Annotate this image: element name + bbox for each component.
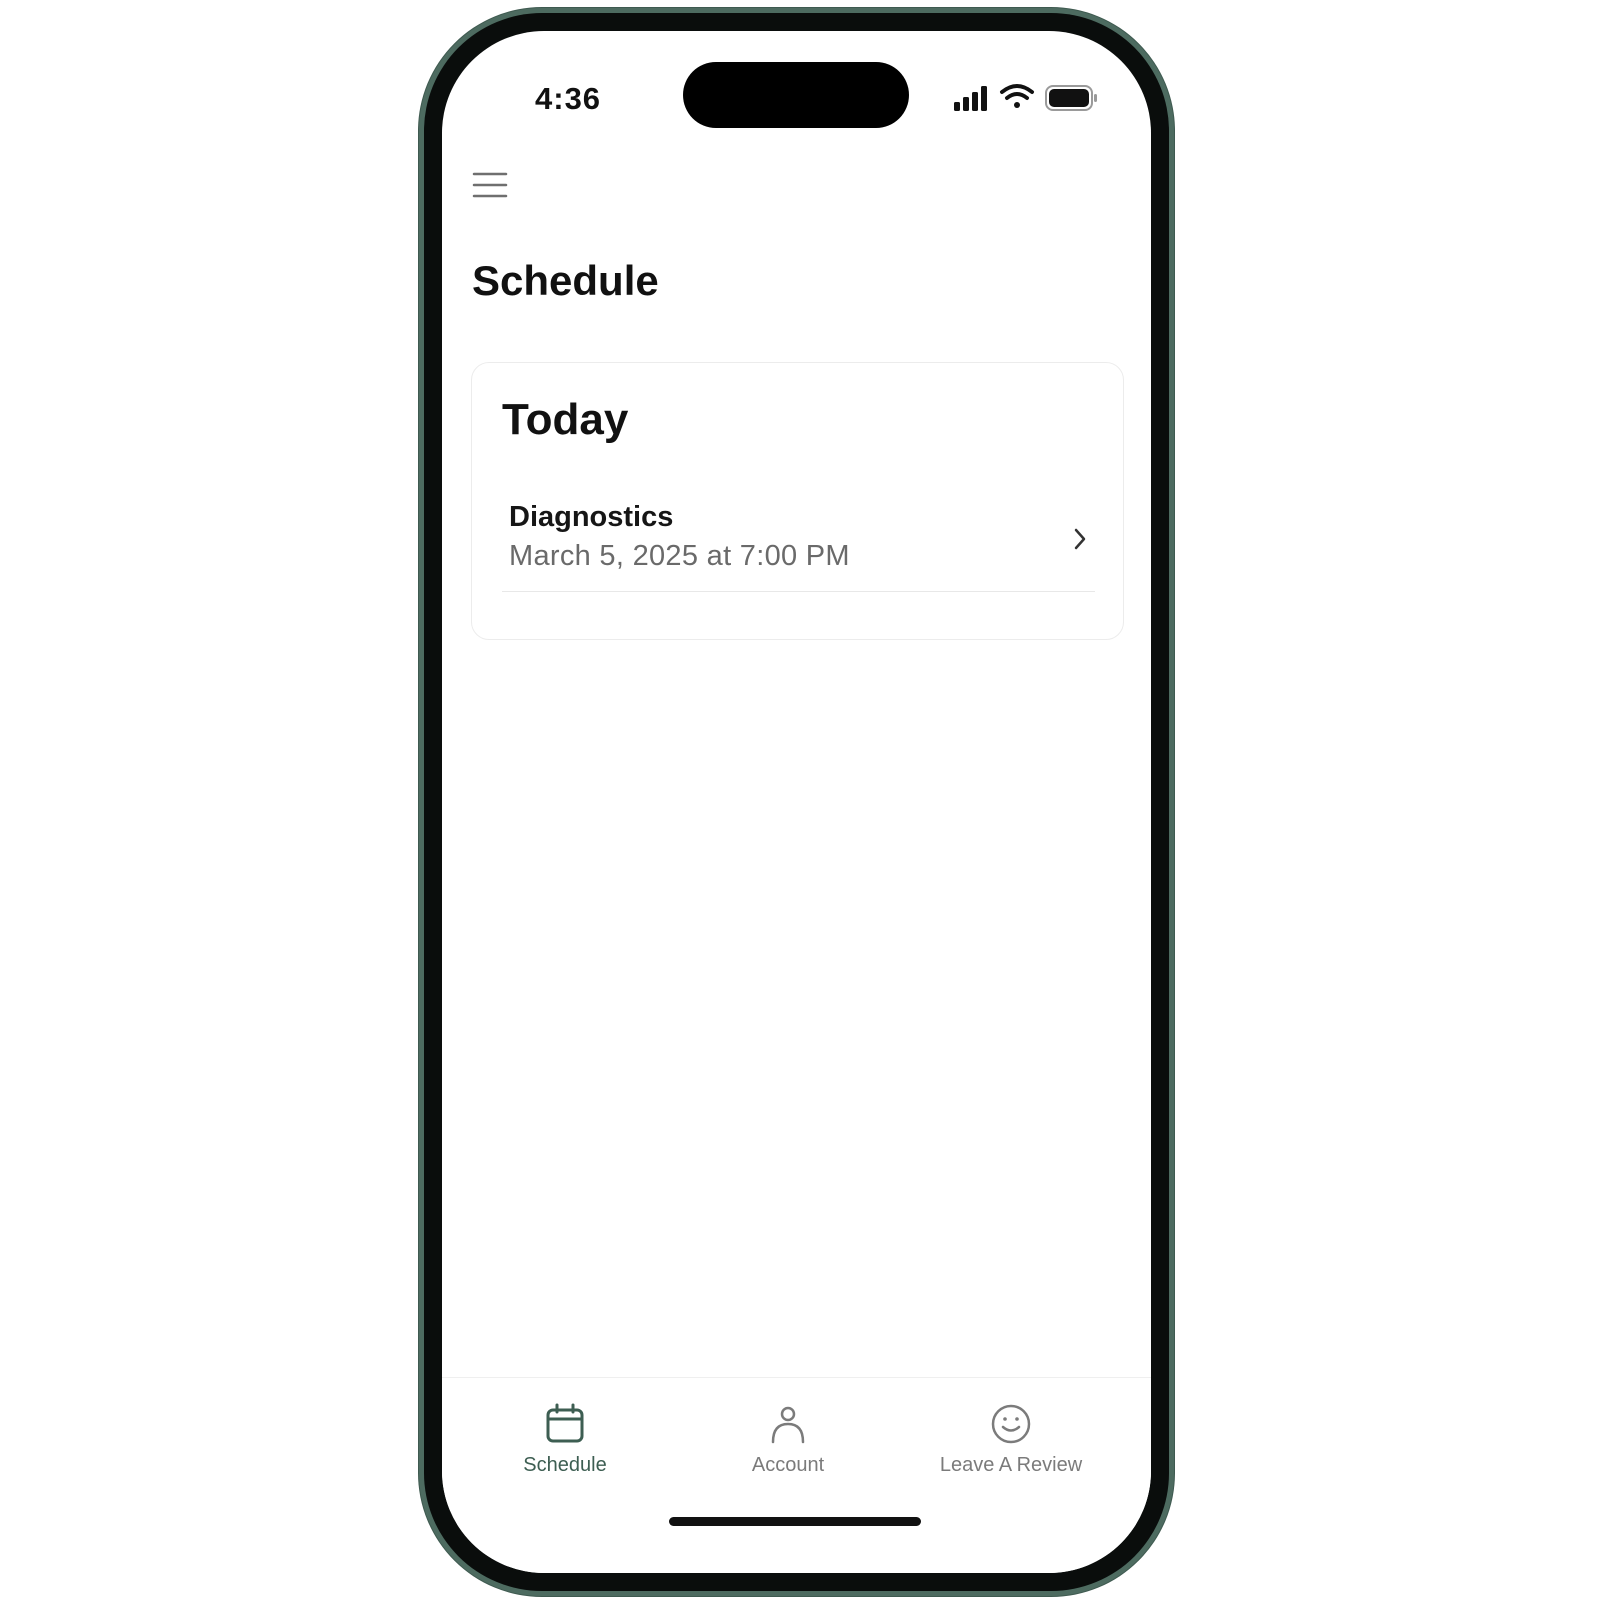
tab-account[interactable]: Account <box>673 1402 903 1502</box>
tab-account-label: Account <box>751 1454 825 1476</box>
bottom-tab-bar: Schedule Account Leave A Review <box>442 1377 1151 1573</box>
tab-schedule-label: Schedule <box>523 1454 607 1476</box>
status-bar-time: 4:36 <box>535 81 602 116</box>
page-title: Schedule <box>472 257 659 304</box>
calendar-icon <box>546 1403 584 1443</box>
phone-frame: 4:36 Schedule Today Diagnostics March 5,… <box>424 13 1169 1591</box>
dynamic-island <box>683 62 909 128</box>
tab-leave-review-label: Leave A Review <box>939 1454 1083 1476</box>
appointment-name: Diagnostics <box>509 501 674 533</box>
cellular-signal-icon <box>954 86 987 111</box>
schedule-card: Today Diagnostics March 5, 2025 at 7:00 … <box>471 362 1124 640</box>
home-indicator[interactable] <box>669 1517 921 1526</box>
card-title: Today <box>502 395 629 444</box>
app-screen: 4:36 Schedule Today Diagnostics March 5,… <box>442 31 1151 1573</box>
appointment-row[interactable]: Diagnostics March 5, 2025 at 7:00 PM <box>502 493 1095 592</box>
smiley-face-icon <box>991 1404 1031 1444</box>
person-icon <box>771 1406 805 1444</box>
hamburger-menu-icon[interactable] <box>472 171 508 199</box>
wifi-icon <box>1000 84 1034 108</box>
tab-schedule[interactable]: Schedule <box>450 1402 680 1502</box>
status-bar-icons <box>954 84 1097 111</box>
chevron-right-icon <box>1074 528 1086 550</box>
battery-icon <box>1045 85 1097 111</box>
tab-leave-review[interactable]: Leave A Review <box>896 1402 1126 1502</box>
appointment-datetime: March 5, 2025 at 7:00 PM <box>509 540 850 572</box>
